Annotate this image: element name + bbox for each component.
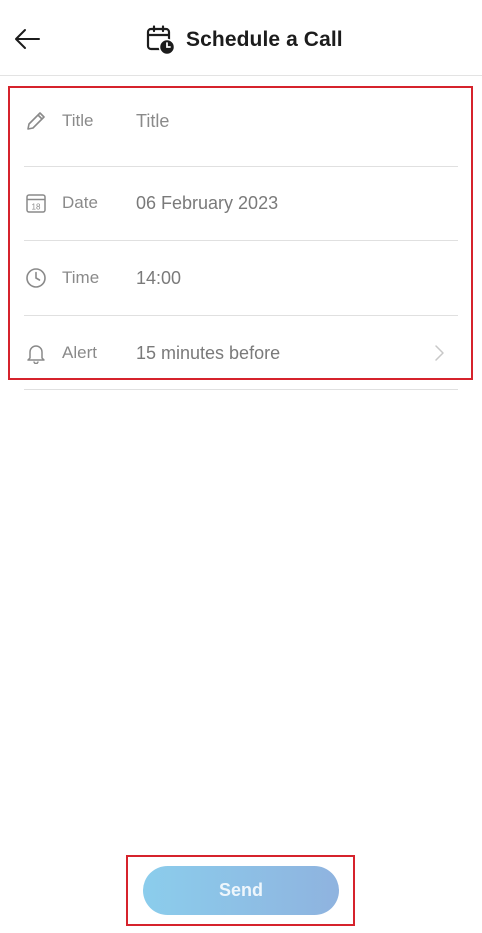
back-button[interactable] — [12, 26, 42, 52]
date-row[interactable]: 18 Date 06 February 2023 — [24, 180, 458, 226]
header-title-group: Schedule a Call — [146, 24, 343, 56]
svg-text:18: 18 — [32, 203, 41, 212]
date-label: Date — [62, 193, 98, 212]
pencil-icon — [24, 109, 48, 133]
clock-icon — [24, 266, 48, 290]
date-value[interactable]: 06 February 2023 — [136, 193, 278, 214]
send-button[interactable]: Send — [143, 866, 339, 915]
divider — [24, 240, 458, 241]
chevron-right-icon — [435, 345, 444, 361]
alert-label: Alert — [62, 343, 97, 362]
time-row[interactable]: Time 14:00 — [24, 255, 458, 301]
calendar-icon: 18 — [24, 191, 48, 215]
title-row[interactable]: Title — [24, 98, 458, 144]
alert-row[interactable]: Alert 15 minutes before — [24, 330, 458, 376]
arrow-left-icon — [15, 29, 40, 49]
app-header: Schedule a Call — [0, 0, 482, 76]
calendar-clock-icon — [146, 25, 176, 55]
title-label: Title — [62, 111, 94, 130]
page-title: Schedule a Call — [186, 28, 343, 51]
time-label: Time — [62, 268, 100, 287]
bell-icon — [24, 341, 48, 365]
divider — [24, 389, 458, 390]
divider — [24, 315, 458, 316]
alert-value[interactable]: 15 minutes before — [136, 343, 280, 364]
title-input[interactable] — [136, 110, 416, 132]
schedule-call-screen: Schedule a Call Title 18 Date 06 Februar… — [0, 0, 482, 933]
time-value[interactable]: 14:00 — [136, 268, 181, 289]
divider — [24, 166, 458, 167]
